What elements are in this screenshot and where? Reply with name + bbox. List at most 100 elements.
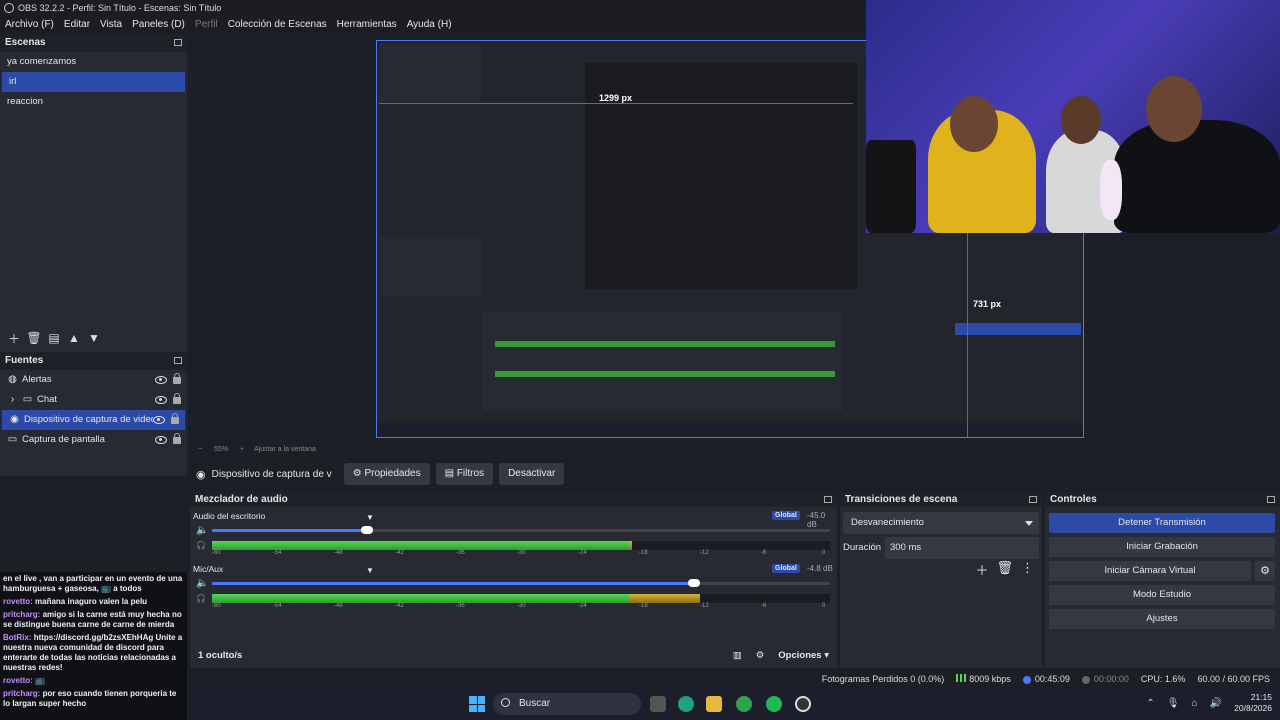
undock-icon[interactable] <box>1029 496 1037 503</box>
hidden-count[interactable]: 1 oculto/s <box>198 650 242 661</box>
stream-time: 00:45:09 <box>1034 674 1070 684</box>
menu-file[interactable]: Archivo (F) <box>0 16 59 33</box>
stop-stream-button[interactable]: Detener Transmisión <box>1049 513 1275 533</box>
deactivate-button[interactable]: Desactivar <box>499 463 565 485</box>
eye-icon[interactable] <box>155 396 167 404</box>
properties-button[interactable]: ⚙ Propiedades <box>343 463 430 485</box>
filters-button[interactable]: ▤ Filtros <box>435 463 494 485</box>
virtual-cam-settings-icon[interactable]: ⚙ <box>1255 561 1275 581</box>
add-icon[interactable]: ＋ <box>975 560 988 579</box>
chat-user: rovetto: <box>3 676 33 685</box>
channel-menu-icon[interactable]: ▼ <box>366 566 374 575</box>
audio-mixer: Mezclador de audio Audio del escritorio … <box>190 492 837 668</box>
chevron-right-icon[interactable]: › <box>7 394 18 406</box>
zoom-out-icon[interactable]: − <box>198 446 202 453</box>
scene-item-selected[interactable]: irl <box>2 72 185 92</box>
source-item-video-capture[interactable]: ◉ Dispositivo de captura de video <box>2 410 185 430</box>
filters-icon: ▤ <box>444 468 455 479</box>
volume-knob[interactable] <box>688 579 701 587</box>
scene-item[interactable]: ya comenzamos <box>0 52 187 72</box>
measure-width-label: 1299 px <box>599 93 633 103</box>
zoom-in-icon[interactable]: + <box>240 446 244 453</box>
monitor-icon[interactable]: 🎧 <box>196 541 206 550</box>
volume-slider[interactable] <box>212 526 830 534</box>
add-icon[interactable]: ＋ <box>6 330 22 346</box>
trash-icon[interactable]: 🗑 <box>26 330 42 346</box>
source-item-chat[interactable]: › ▭ Chat <box>0 390 187 410</box>
start-virtual-cam-button[interactable]: Iniciar Cámara Virtual <box>1049 561 1251 581</box>
volume-knob[interactable] <box>360 526 373 534</box>
layout-icon[interactable]: ▥ <box>733 644 742 668</box>
menu-tools[interactable]: Herramientas <box>332 16 402 33</box>
microphone-icon[interactable]: 🎙 <box>1167 698 1180 709</box>
global-badge: Global <box>772 511 800 520</box>
eye-icon[interactable] <box>155 436 167 444</box>
spotify-icon[interactable] <box>766 696 782 712</box>
volume-slider[interactable] <box>212 579 830 587</box>
lock-icon[interactable] <box>173 392 181 404</box>
monitor-icon[interactable]: 🎧 <box>196 594 206 603</box>
network-icon[interactable]: ⌂ <box>1192 698 1198 709</box>
menu-view[interactable]: Vista <box>95 16 127 33</box>
menu-edit[interactable]: Editar <box>59 16 95 33</box>
dropped-frames: Fotogramas Perdidos 0 (0.0%) <box>821 674 945 684</box>
eye-icon[interactable] <box>155 376 167 384</box>
windows-start-icon[interactable] <box>469 696 485 712</box>
menu-scene-collection[interactable]: Colección de Escenas <box>223 16 332 33</box>
speaker-icon[interactable]: 🔈 <box>196 578 208 589</box>
lock-icon[interactable] <box>173 432 181 444</box>
clock[interactable]: 21:15 20/8/2026 <box>1234 692 1272 714</box>
obs-taskbar-icon[interactable] <box>795 696 811 712</box>
chrome-icon[interactable] <box>736 696 752 712</box>
source-item-alertas[interactable]: ◍ Alertas <box>0 370 187 390</box>
volume-icon[interactable]: 🔊 <box>1210 698 1222 709</box>
duration-input[interactable]: 300 ms <box>885 537 1039 559</box>
mixer-options-button[interactable]: Opciones ▾ <box>778 644 829 668</box>
rec-time: 00:00:00 <box>1093 674 1129 684</box>
trash-icon[interactable]: 🗑 <box>996 560 1013 579</box>
start-recording-button[interactable]: Iniciar Grabación <box>1049 537 1275 557</box>
source-item-screen-capture[interactable]: ▭ Captura de pantalla <box>0 430 187 450</box>
eye-icon[interactable] <box>153 416 165 424</box>
move-down-icon[interactable]: ▼ <box>86 330 102 346</box>
move-up-icon[interactable]: ▲ <box>66 330 82 346</box>
taskbar-search[interactable]: Buscar <box>493 693 641 715</box>
zoom-level: 55% <box>214 446 229 453</box>
rec-time-indicator: 00:00:00 <box>1081 670 1129 688</box>
transition-value: Desvanecimiento <box>851 517 924 528</box>
chat-text: en el live , van a participar en un even… <box>3 574 183 593</box>
status-bar: Fotogramas Perdidos 0 (0.0%) 8009 kbps 0… <box>190 670 1280 688</box>
lamp-object <box>1100 160 1122 220</box>
menu-docks[interactable]: Paneles (D) <box>127 16 190 33</box>
undock-icon[interactable] <box>174 39 182 46</box>
speaker-icon[interactable]: 🔈 <box>196 525 208 536</box>
globe-icon: ◍ <box>8 374 17 385</box>
edge-icon[interactable] <box>678 696 694 712</box>
channel-menu-icon[interactable]: ▼ <box>366 513 374 522</box>
chat-text: 📺 <box>35 676 45 685</box>
lock-icon[interactable] <box>173 372 181 384</box>
file-explorer-icon[interactable] <box>706 696 722 712</box>
undock-icon[interactable] <box>174 357 182 364</box>
menu-profile[interactable]: Perfil <box>190 16 223 33</box>
lock-icon[interactable] <box>171 412 179 424</box>
filters-icon[interactable]: ▤ <box>46 330 62 346</box>
settings-icon[interactable]: ⚙ <box>756 644 765 668</box>
task-view-icon[interactable] <box>650 696 666 712</box>
channel-name: Mic/Aux <box>193 564 224 574</box>
undock-icon[interactable] <box>824 496 832 503</box>
studio-mode-button[interactable]: Modo Estudio <box>1049 585 1275 605</box>
undock-icon[interactable] <box>1267 496 1275 503</box>
menu-help[interactable]: Ayuda (H) <box>402 16 457 33</box>
settings-button[interactable]: Ajustes <box>1049 609 1275 629</box>
transition-select[interactable]: Desvanecimiento <box>843 512 1039 534</box>
meter-tick-label: -6 <box>761 550 767 556</box>
chat-user: pritcharg: <box>3 689 41 698</box>
fit-to-window-button[interactable]: Ajustar a la ventana <box>254 446 316 453</box>
person-head <box>1061 96 1101 144</box>
chevron-up-icon[interactable]: ⌃ <box>1146 698 1154 709</box>
cpu-usage: CPU: 1.6% <box>1140 674 1186 684</box>
scene-item[interactable]: reaccion <box>0 92 187 112</box>
more-icon[interactable]: ⋮ <box>1021 560 1034 579</box>
measure-height-label: 731 px <box>973 299 1002 309</box>
